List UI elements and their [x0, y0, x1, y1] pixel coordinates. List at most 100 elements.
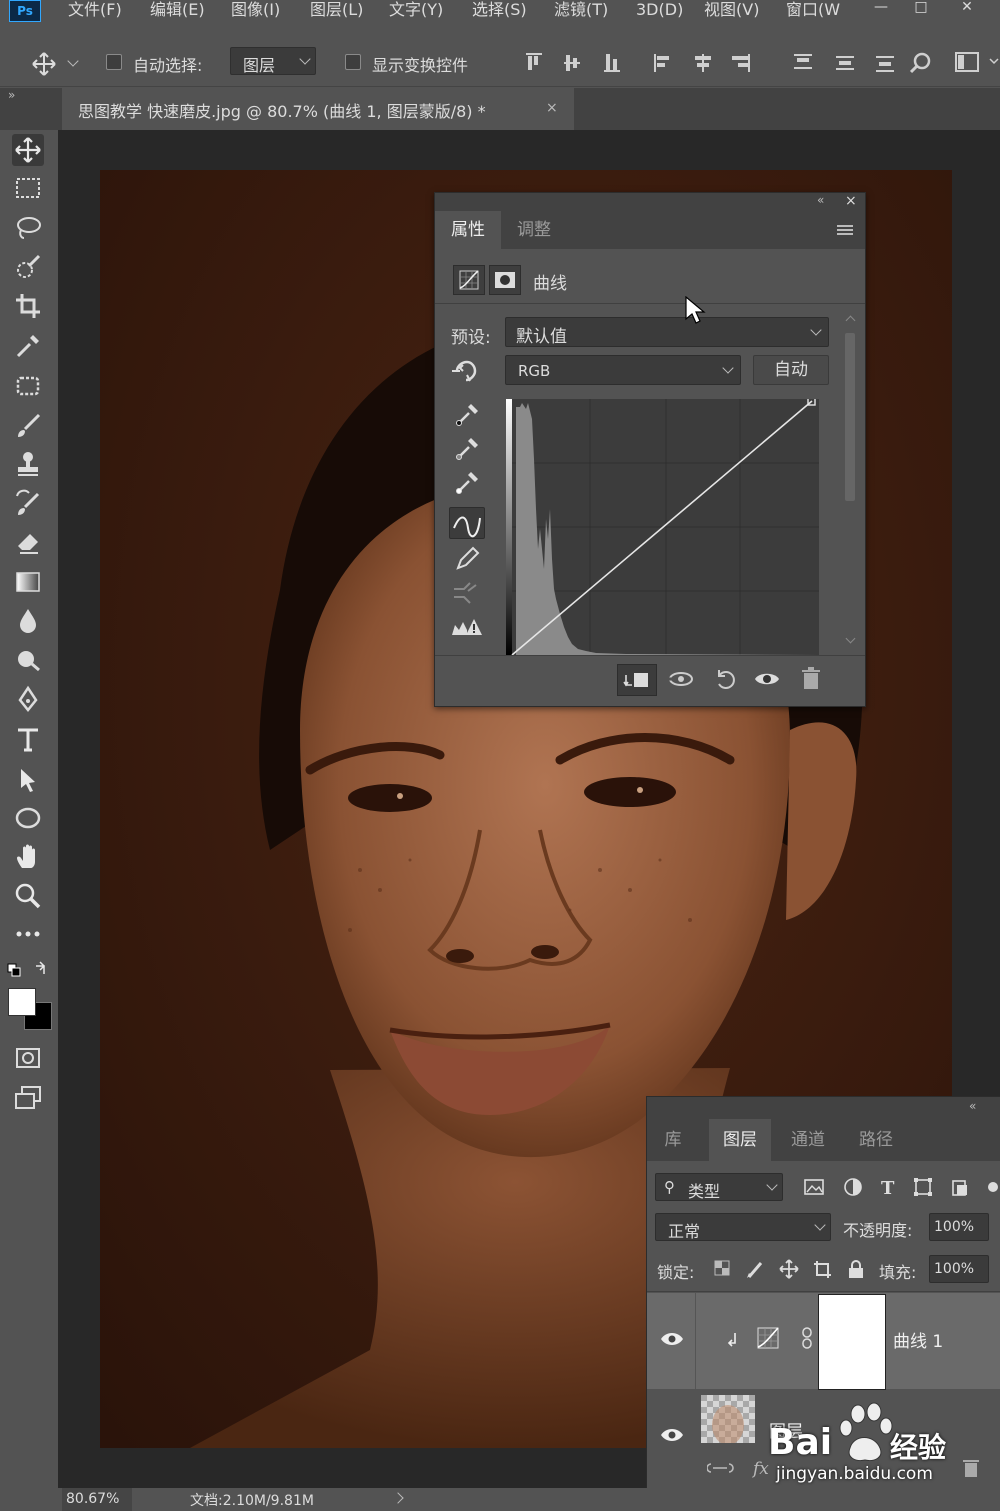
close-window-icon[interactable]: ✕ — [952, 0, 982, 18]
close-panel-icon[interactable]: × — [845, 193, 857, 209]
blur-tool-icon[interactable] — [12, 604, 44, 636]
preset-dropdown[interactable]: 默认值 — [505, 317, 829, 347]
tab-properties[interactable]: 属性 — [435, 211, 501, 249]
menu-window[interactable]: 窗口(W — [786, 0, 840, 20]
close-tab-icon[interactable]: × — [546, 100, 558, 116]
menu-view[interactable]: 视图(V) — [704, 0, 759, 20]
auto-select-checkbox[interactable] — [106, 54, 122, 70]
pen-tool-icon[interactable] — [12, 684, 44, 716]
document-info[interactable]: 文档:2.10M/9.81M — [190, 1490, 314, 1510]
curve-edit-points-icon[interactable] — [449, 507, 485, 539]
scroll-up-icon[interactable] — [845, 315, 856, 326]
collapse-panel-icon[interactable]: « — [969, 1099, 976, 1113]
default-colors-icon[interactable] — [6, 960, 50, 980]
maximize-icon[interactable]: □ — [906, 0, 936, 18]
fill-input[interactable]: 100% — [929, 1255, 989, 1283]
panel-menu-icon[interactable] — [837, 225, 853, 235]
pencil-draw-icon[interactable] — [449, 543, 483, 573]
menu-3d[interactable]: 3D(D) — [636, 0, 683, 20]
white-point-eyedropper-icon[interactable] — [449, 467, 483, 497]
zoom-tool-icon[interactable] — [12, 880, 44, 912]
align-distribute-icons[interactable] — [520, 50, 1000, 76]
curves-adjustment-icon[interactable] — [755, 1325, 781, 1351]
view-previous-state-icon[interactable] — [665, 664, 697, 694]
lock-icons[interactable] — [711, 1257, 871, 1281]
clip-to-layer-icon[interactable] — [617, 664, 657, 696]
toggle-visibility-icon[interactable] — [751, 664, 783, 694]
layer-mask-icon[interactable] — [489, 265, 521, 295]
tab-libraries[interactable]: 库 — [647, 1119, 699, 1161]
zoom-level-field[interactable]: 80.67% — [62, 1488, 132, 1511]
link-chain-icon[interactable] — [801, 1327, 813, 1349]
opacity-input[interactable]: 100% — [929, 1213, 989, 1241]
curves-adjustment-icon[interactable] — [453, 265, 485, 295]
menu-edit[interactable]: 编辑(E) — [150, 0, 205, 20]
tab-channels[interactable]: 通道 — [777, 1119, 839, 1161]
menu-filter[interactable]: 滤镜(T) — [554, 0, 608, 20]
marquee-tool-icon[interactable] — [12, 172, 44, 204]
eyedropper-tool-icon[interactable] — [12, 330, 44, 362]
move-tool-icon[interactable] — [12, 134, 44, 166]
gray-point-eyedropper-icon[interactable] — [449, 433, 483, 463]
blend-mode-dropdown[interactable]: 正常 — [655, 1213, 831, 1241]
quick-selection-tool-icon[interactable] — [12, 252, 44, 284]
foreground-color-swatch[interactable] — [8, 988, 36, 1016]
eraser-tool-icon[interactable] — [12, 526, 44, 558]
gradient-tool-icon[interactable] — [12, 566, 44, 598]
layer-mask-thumbnail[interactable] — [818, 1294, 886, 1390]
document-tab-title: 思图教学 快速磨皮.jpg @ 80.7% (曲线 1, 图层蒙版/8) * — [78, 102, 486, 121]
brush-tool-icon[interactable] — [12, 410, 44, 442]
targeted-adjustment-icon[interactable] — [449, 357, 481, 385]
layer-name[interactable]: 曲线 1 — [893, 1327, 943, 1352]
channel-dropdown[interactable]: RGB — [505, 355, 741, 385]
quick-mask-icon[interactable] — [12, 1042, 44, 1074]
dodge-tool-icon[interactable] — [12, 644, 44, 676]
layer-filter-icons[interactable]: T — [803, 1175, 1000, 1201]
fill-label: 填充: — [879, 1263, 917, 1282]
curves-graph[interactable] — [506, 399, 819, 655]
fill-value: 100% — [934, 1261, 975, 1277]
show-transform-checkbox[interactable] — [345, 54, 361, 70]
tab-layers[interactable]: 图层 — [709, 1119, 771, 1161]
document-tab[interactable]: 思图教学 快速磨皮.jpg @ 80.7% (曲线 1, 图层蒙版/8) * × — [62, 88, 574, 130]
history-brush-tool-icon[interactable] — [12, 488, 44, 520]
lasso-tool-icon[interactable] — [12, 212, 44, 244]
reset-icon[interactable] — [709, 664, 741, 694]
tab-adjustments[interactable]: 调整 — [501, 211, 567, 249]
patch-tool-icon[interactable] — [12, 370, 44, 402]
crop-tool-icon[interactable] — [12, 290, 44, 322]
layer-row-curves[interactable]: 曲线 1 — [647, 1293, 1000, 1390]
menu-layer[interactable]: 图层(L) — [310, 0, 363, 20]
scroll-down-icon[interactable] — [845, 633, 856, 644]
move-tool-preset-icon[interactable] — [30, 50, 58, 78]
tab-paths[interactable]: 路径 — [845, 1119, 907, 1161]
ellipse-tool-icon[interactable] — [12, 802, 44, 834]
clipping-warning-icon[interactable] — [449, 613, 483, 643]
layer-thumbnail[interactable] — [701, 1395, 755, 1443]
visibility-eye-icon[interactable] — [659, 1329, 685, 1349]
collapse-toolbar-icon[interactable]: » — [8, 88, 15, 102]
screen-mode-icon[interactable] — [12, 1082, 44, 1114]
layer-filter-dropdown[interactable]: ⚲ 类型 — [655, 1173, 783, 1201]
panel-titlebar[interactable]: « × — [435, 193, 865, 211]
black-point-eyedropper-icon[interactable] — [449, 399, 483, 429]
type-tool-icon[interactable] — [12, 724, 44, 756]
auto-button[interactable]: 自动 — [753, 355, 829, 385]
minimize-icon[interactable]: — — [866, 0, 896, 18]
menu-image[interactable]: 图像(I) — [231, 0, 280, 20]
menu-file[interactable]: 文件(F) — [68, 0, 122, 20]
auto-select-dropdown[interactable]: 图层 — [230, 47, 316, 75]
visibility-eye-icon[interactable] — [659, 1425, 685, 1445]
delete-adjustment-icon[interactable] — [795, 664, 827, 694]
properties-scrollbar[interactable] — [843, 311, 857, 653]
panel-titlebar[interactable]: « — [647, 1097, 1000, 1119]
scrollbar-thumb[interactable] — [845, 333, 855, 501]
path-selection-tool-icon[interactable] — [12, 764, 44, 796]
stamp-tool-icon[interactable] — [12, 448, 44, 480]
menu-type[interactable]: 文字(Y) — [389, 0, 443, 20]
collapse-panel-icon[interactable]: « — [817, 193, 824, 207]
properties-tabs: 属性 调整 — [435, 211, 865, 249]
menu-select[interactable]: 选择(S) — [472, 0, 527, 20]
hand-tool-icon[interactable] — [12, 840, 44, 872]
more-tools-icon[interactable] — [12, 918, 44, 950]
